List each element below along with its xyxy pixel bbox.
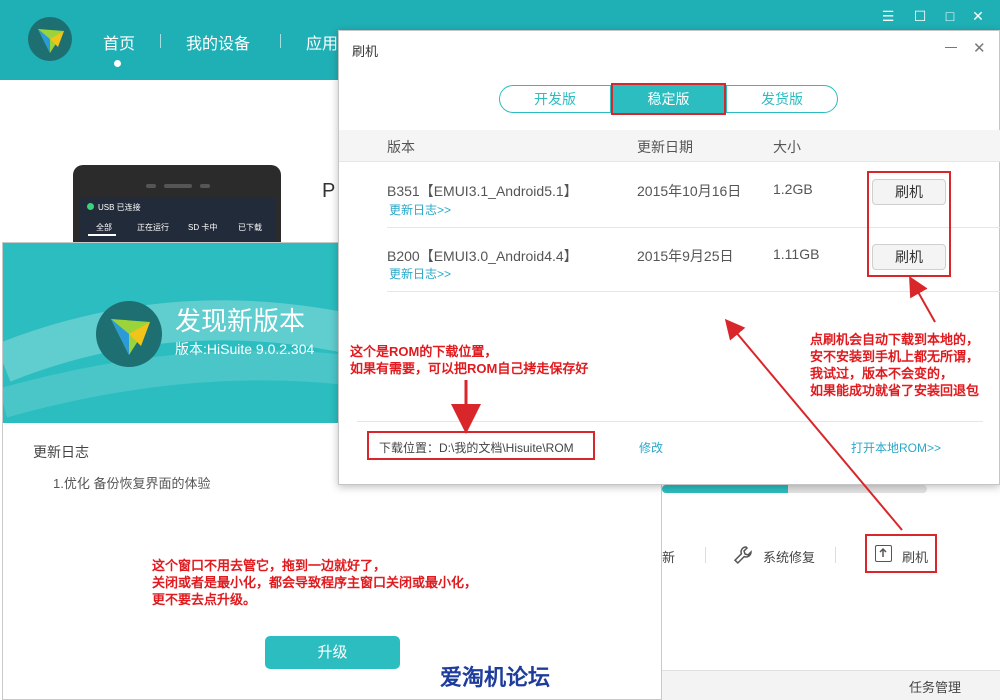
arrow-to-flash-buttons xyxy=(909,276,936,323)
arrow-from-flash-tool xyxy=(724,318,903,531)
watermark: 爱淘机论坛 xyxy=(440,665,551,690)
annotation-arrows xyxy=(451,276,936,531)
